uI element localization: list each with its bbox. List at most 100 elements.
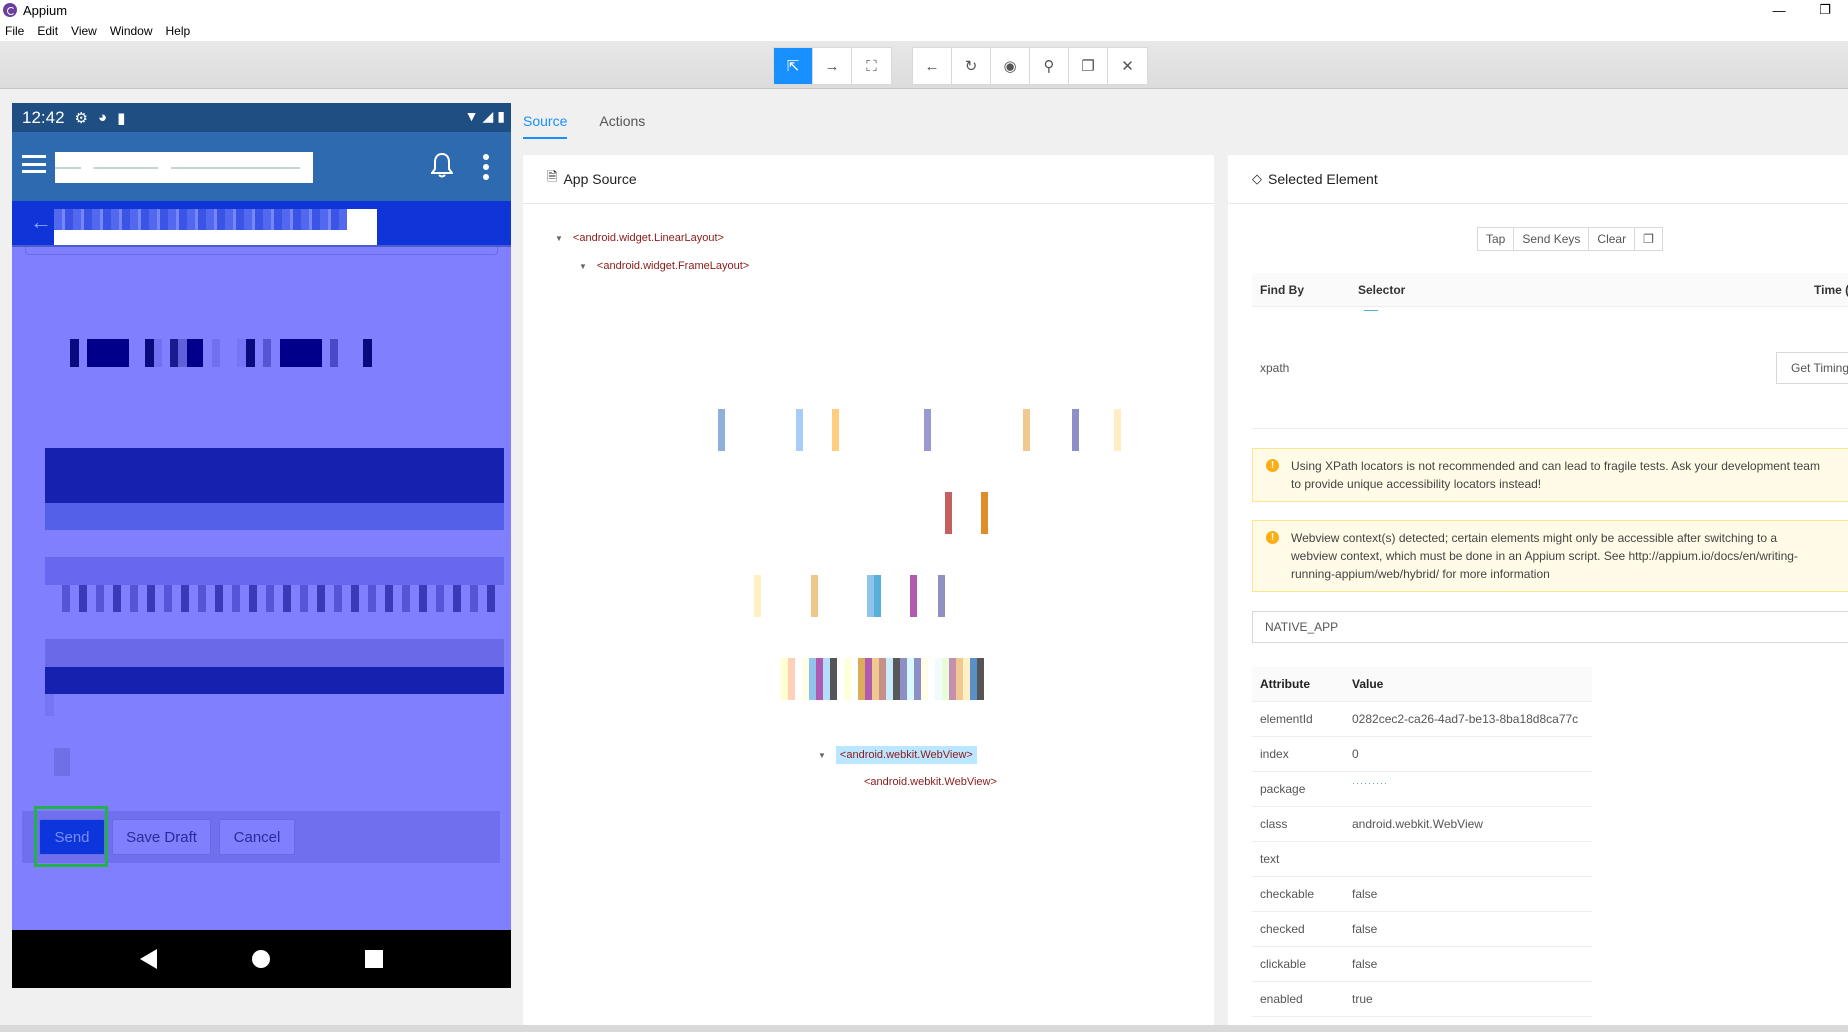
swipe-mode-button[interactable]: → [813,48,852,84]
redacted-tree-nodes [781,658,991,700]
window-bottom-edge [0,1025,1848,1032]
settings-icon: ⚙ [74,109,88,127]
quit-session-button[interactable]: ✕ [1108,48,1147,84]
android-nav-bar [12,930,511,988]
webview-warning-alert: ! Webview context(s) detected; certain e… [1252,520,1848,592]
tree-node-framelayout[interactable]: ▼ <android.widget.FrameLayout> [579,260,749,272]
arrow-left-icon: ← [924,57,940,75]
menu-help[interactable]: Help [166,24,191,38]
sub-header-bar: ← [12,201,511,247]
inspector-tabs: Source Actions [523,103,645,139]
get-timing-button[interactable]: Get Timing [1776,352,1848,384]
selector-header: Selector [1358,283,1406,297]
redacted-app-title [55,152,313,183]
signal-icon: ◢ [482,108,494,124]
minimize-button[interactable]: — [1756,0,1802,20]
webview-warning-text: Webview context(s) detected; certain ele… [1291,531,1798,581]
divider [1252,428,1848,429]
eye-icon: ◉ [1003,58,1017,75]
close-icon: ✕ [1121,58,1134,75]
cancel-button[interactable]: Cancel [219,819,295,855]
nav-back-icon[interactable] [139,949,157,969]
redacted-block [45,557,504,585]
caret-down-icon[interactable]: ▼ [555,234,563,243]
attribute-row: clickable false [1252,947,1592,982]
redacted-tree-node [1114,409,1121,451]
menu-file[interactable]: File [5,24,24,38]
clear-button[interactable]: Clear [1589,228,1636,250]
caret-down-icon[interactable]: ▼ [818,751,826,760]
element-actions: Tap Send Keys Clear ❐ [1477,227,1663,251]
redacted-tree-node [796,409,803,451]
caret-down-icon[interactable]: ▼ [579,262,587,271]
redacted-block [45,667,504,694]
bell-icon[interactable] [431,152,453,178]
inspector-toolbar: ⇱ → ⛶ ← ↻ ◉ ⚲ ❐ ✕ [0,41,1848,89]
back-button[interactable]: ← [913,48,952,84]
copy-attributes-button[interactable]: ❐ [1635,228,1662,250]
attribute-row: checkable false [1252,877,1592,912]
device-screenshot[interactable]: 12:42 ⚙ ◕ ▮ ▼ ◢ ▮ ← Send Save Draft Canc… [12,103,511,988]
copy-xml-button[interactable]: ❐ [1069,48,1108,84]
toggle-attributes-button[interactable]: ◉ [991,48,1030,84]
app-source-panel: 🗎 App Source ▼ <android.widget.LinearLay… [523,155,1214,1025]
menu-edit[interactable]: Edit [37,24,58,38]
interaction-mode-group: ⇱ → ⛶ [773,47,892,85]
back-arrow-icon[interactable]: ← [30,209,52,235]
attribute-row: text [1252,842,1592,877]
find-by-value: xpath [1260,361,1290,375]
context-select[interactable]: NATIVE_APP [1252,611,1848,643]
redacted-tree-node [832,409,839,451]
attributes-header-row: Attribute Value [1252,667,1592,702]
selector-table-header: Find By Selector Time (ms) [1252,273,1848,307]
nav-recents-icon[interactable] [365,950,384,968]
redacted-block [45,503,504,530]
time-header: Time (ms) [1814,283,1848,297]
session-actions-group: ← ↻ ◉ ⚲ ❐ ✕ [912,47,1148,85]
tap-button[interactable]: Tap [1478,228,1515,250]
menu-window[interactable]: Window [110,24,153,38]
swipe-arrow-icon: → [824,57,840,75]
tab-source[interactable]: Source [523,103,568,139]
tree-node-webview-child[interactable]: <android.webkit.WebView> [864,776,997,788]
copy-icon: ❐ [1643,232,1654,246]
save-draft-button[interactable]: Save Draft [112,819,211,855]
more-options-icon[interactable] [483,154,489,180]
tab-actions[interactable]: Actions [599,103,645,139]
refresh-button[interactable]: ↻ [952,48,991,84]
select-elements-button[interactable]: ⇱ [774,48,813,84]
redacted-tree-node [945,492,952,534]
select-cursor-icon: ⇱ [786,58,800,75]
selected-element-highlight [34,806,108,867]
attribute-row: index 0 [1252,737,1592,772]
warning-icon: ! [1266,459,1279,472]
maximize-button[interactable]: ❐ [1802,0,1848,20]
attribute-row: elementId 0282cec2-ca26-4ad7-be13-8ba18d8… [1252,702,1592,737]
card-outline [25,247,498,255]
battery-icon: ▮ [497,108,505,124]
window-title: Appium [23,2,68,18]
redacted-text-line [62,585,504,612]
sync-icon: ◕ [98,109,108,126]
tree-node-linearlayout[interactable]: ▼ <android.widget.LinearLayout> [555,232,724,244]
hamburger-menu-icon[interactable] [22,155,46,173]
file-icon: 🗎 [547,169,558,184]
redacted-mark [45,694,54,716]
redacted-tree-node [1023,409,1030,451]
redacted-mark [54,748,70,776]
nav-home-icon[interactable] [251,950,270,968]
attribute-row: package ········· [1252,772,1592,807]
selected-element-title: Selected Element [1268,171,1378,187]
tree-node-webview-selected[interactable]: ▼ <android.webkit.WebView> [818,746,977,764]
redacted-tree-node [867,575,881,617]
selected-element-header: ◇ Selected Element [1228,155,1848,204]
attributes-table: Attribute Value elementId 0282cec2-ca26-4… [1252,667,1592,1017]
app-bar [12,132,511,201]
menu-view[interactable]: View [71,24,97,38]
tag-icon: ◇ [1252,171,1262,186]
search-button[interactable]: ⚲ [1030,48,1069,84]
selector-loading-indicator [1364,310,1378,311]
find-by-header: Find By [1260,283,1304,297]
send-keys-button[interactable]: Send Keys [1514,228,1590,250]
tap-mode-button[interactable]: ⛶ [852,48,891,84]
